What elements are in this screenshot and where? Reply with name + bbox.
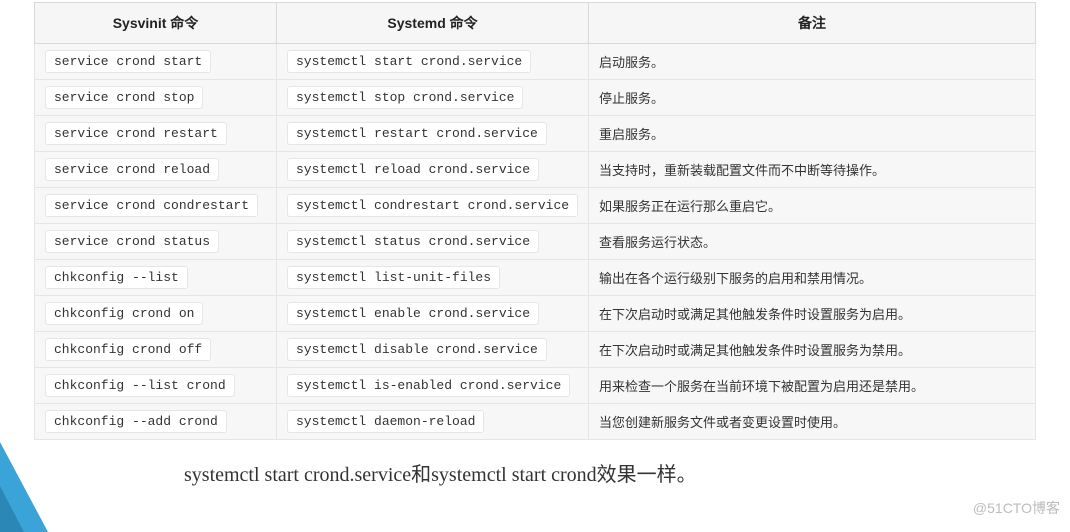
sysvinit-command: service crond restart bbox=[45, 122, 227, 145]
systemd-command: systemctl list-unit-files bbox=[287, 266, 500, 289]
table-row: chkconfig --list systemctl list-unit-file… bbox=[35, 260, 1036, 296]
cell-remark: 在下次启动时或满足其他触发条件时设置服务为禁用。 bbox=[589, 332, 1036, 368]
cell-sysvinit: service crond start bbox=[35, 44, 277, 80]
cell-systemd: systemctl stop crond.service bbox=[277, 80, 589, 116]
header-systemd: Systemd 命令 bbox=[277, 3, 589, 44]
cell-systemd: systemctl status crond.service bbox=[277, 224, 589, 260]
cell-systemd: systemctl is-enabled crond.service bbox=[277, 368, 589, 404]
systemd-command: systemctl stop crond.service bbox=[287, 86, 523, 109]
systemd-command: systemctl enable crond.service bbox=[287, 302, 539, 325]
cell-systemd: systemctl daemon-reload bbox=[277, 404, 589, 440]
cell-sysvinit: chkconfig crond off bbox=[35, 332, 277, 368]
cell-sysvinit: service crond restart bbox=[35, 116, 277, 152]
cell-systemd: systemctl enable crond.service bbox=[277, 296, 589, 332]
cell-sysvinit: chkconfig --list bbox=[35, 260, 277, 296]
cell-remark: 输出在各个运行级别下服务的启用和禁用情况。 bbox=[589, 260, 1036, 296]
table-row: chkconfig crond off systemctl disable cro… bbox=[35, 332, 1036, 368]
command-comparison-table: Sysvinit 命令 Systemd 命令 备注 service crond … bbox=[34, 2, 1036, 440]
cell-remark: 查看服务运行状态。 bbox=[589, 224, 1036, 260]
systemd-command: systemctl is-enabled crond.service bbox=[287, 374, 570, 397]
cell-systemd: systemctl restart crond.service bbox=[277, 116, 589, 152]
footer-note: systemctl start crond.service和systemctl … bbox=[184, 458, 1036, 487]
watermark: @51CTO博客 bbox=[973, 498, 1060, 518]
corner-decoration-inner bbox=[0, 486, 24, 532]
header-remark: 备注 bbox=[589, 3, 1036, 44]
sysvinit-command: service crond stop bbox=[45, 86, 203, 109]
table-row: service crond condrestart systemctl condr… bbox=[35, 188, 1036, 224]
table-body: service crond start systemctl start crond… bbox=[35, 44, 1036, 440]
table-row: service crond reload systemctl reload cro… bbox=[35, 152, 1036, 188]
table-row: chkconfig --list crond systemctl is-enabl… bbox=[35, 368, 1036, 404]
table-header-row: Sysvinit 命令 Systemd 命令 备注 bbox=[35, 3, 1036, 44]
cell-sysvinit: chkconfig --add crond bbox=[35, 404, 277, 440]
cell-remark: 在下次启动时或满足其他触发条件时设置服务为启用。 bbox=[589, 296, 1036, 332]
table-row: service crond stop systemctl stop crond.s… bbox=[35, 80, 1036, 116]
table-row: service crond status systemctl status cro… bbox=[35, 224, 1036, 260]
cell-systemd: systemctl start crond.service bbox=[277, 44, 589, 80]
cell-systemd: systemctl list-unit-files bbox=[277, 260, 589, 296]
systemd-command: systemctl status crond.service bbox=[287, 230, 539, 253]
systemd-command: systemctl reload crond.service bbox=[287, 158, 539, 181]
sysvinit-command: service crond start bbox=[45, 50, 211, 73]
cell-sysvinit: service crond status bbox=[35, 224, 277, 260]
systemd-command: systemctl condrestart crond.service bbox=[287, 194, 578, 217]
header-sysvinit: Sysvinit 命令 bbox=[35, 3, 277, 44]
cell-remark: 重启服务。 bbox=[589, 116, 1036, 152]
sysvinit-command: chkconfig --list bbox=[45, 266, 188, 289]
table-row: service crond start systemctl start crond… bbox=[35, 44, 1036, 80]
sysvinit-command: chkconfig crond on bbox=[45, 302, 203, 325]
cell-systemd: systemctl reload crond.service bbox=[277, 152, 589, 188]
cell-remark: 当支持时，重新装载配置文件而不中断等待操作。 bbox=[589, 152, 1036, 188]
cell-sysvinit: service crond condrestart bbox=[35, 188, 277, 224]
table-row: chkconfig --add crond systemctl daemon-re… bbox=[35, 404, 1036, 440]
cell-remark: 用来检查一个服务在当前环境下被配置为启用还是禁用。 bbox=[589, 368, 1036, 404]
table-wrapper: Sysvinit 命令 Systemd 命令 备注 service crond … bbox=[0, 0, 1070, 487]
cell-remark: 停止服务。 bbox=[589, 80, 1036, 116]
sysvinit-command: chkconfig crond off bbox=[45, 338, 211, 361]
systemd-command: systemctl restart crond.service bbox=[287, 122, 547, 145]
table-row: service crond restart systemctl restart c… bbox=[35, 116, 1036, 152]
systemd-command: systemctl disable crond.service bbox=[287, 338, 547, 361]
sysvinit-command: service crond reload bbox=[45, 158, 219, 181]
sysvinit-command: chkconfig --list crond bbox=[45, 374, 235, 397]
sysvinit-command: chkconfig --add crond bbox=[45, 410, 227, 433]
cell-remark: 如果服务正在运行那么重启它。 bbox=[589, 188, 1036, 224]
cell-systemd: systemctl condrestart crond.service bbox=[277, 188, 589, 224]
sysvinit-command: service crond status bbox=[45, 230, 219, 253]
cell-sysvinit: service crond reload bbox=[35, 152, 277, 188]
cell-sysvinit: chkconfig --list crond bbox=[35, 368, 277, 404]
systemd-command: systemctl start crond.service bbox=[287, 50, 531, 73]
sysvinit-command: service crond condrestart bbox=[45, 194, 258, 217]
cell-systemd: systemctl disable crond.service bbox=[277, 332, 589, 368]
cell-sysvinit: service crond stop bbox=[35, 80, 277, 116]
cell-remark: 当您创建新服务文件或者变更设置时使用。 bbox=[589, 404, 1036, 440]
systemd-command: systemctl daemon-reload bbox=[287, 410, 484, 433]
table-row: chkconfig crond on systemctl enable crond… bbox=[35, 296, 1036, 332]
cell-sysvinit: chkconfig crond on bbox=[35, 296, 277, 332]
cell-remark: 启动服务。 bbox=[589, 44, 1036, 80]
